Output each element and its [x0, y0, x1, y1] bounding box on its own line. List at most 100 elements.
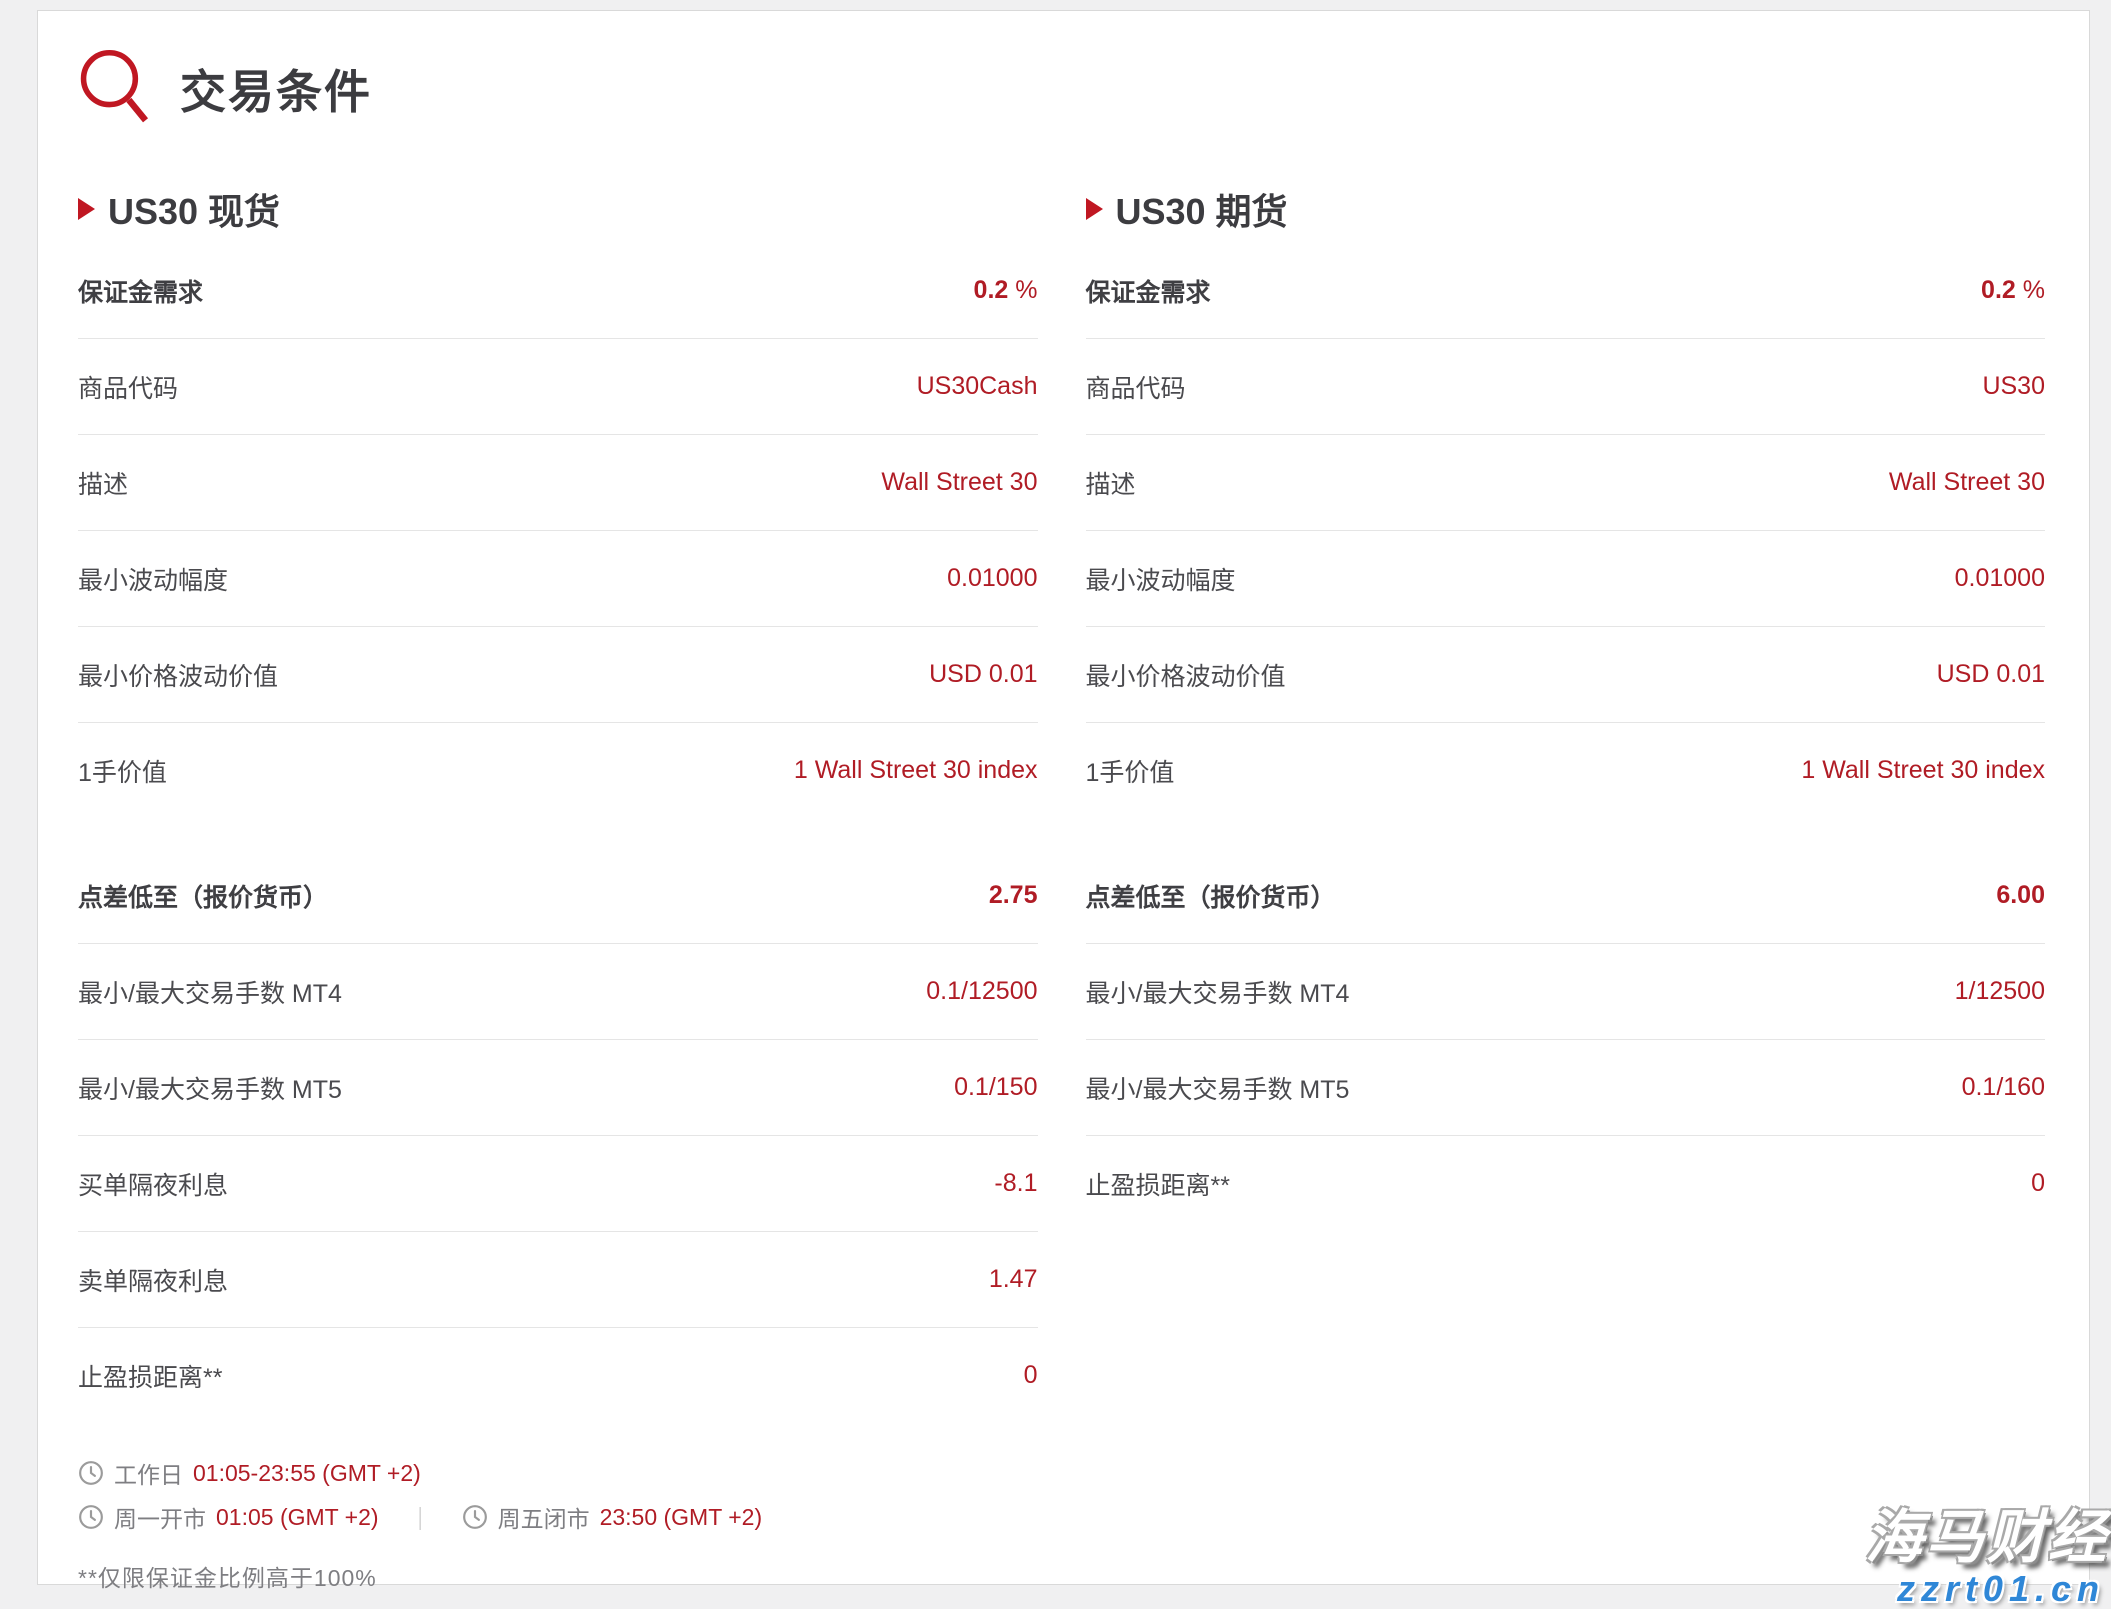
- open-close-line: 周一开市 01:05 (GMT +2) ｜ 周五闭市 23:50 (GMT +2…: [78, 1495, 2045, 1539]
- row-label: 1手价值: [78, 753, 167, 789]
- table-row: 最小价格波动价值 USD 0.01: [1086, 627, 2046, 723]
- row-label: 最小价格波动价值: [1086, 657, 1286, 693]
- row-label: 点差低至（报价货币）: [1086, 878, 1336, 914]
- friday-close-label: 周五闭市: [498, 1500, 590, 1534]
- row-label: 描述: [1086, 465, 1136, 501]
- row-value: 0.01000: [947, 564, 1037, 593]
- clock-icon: [462, 1504, 488, 1530]
- row-value: -8.1: [994, 1169, 1037, 1198]
- page-title: 交易条件: [180, 56, 372, 122]
- workday-label: 工作日: [114, 1456, 183, 1490]
- clock-icon: [78, 1460, 104, 1486]
- row-value: US30: [1982, 372, 2045, 401]
- row-label: 最小价格波动价值: [78, 657, 278, 693]
- row-label: 最小/最大交易手数 MT5: [1086, 1070, 1350, 1106]
- table-row: 最小/最大交易手数 MT5 0.1/150: [78, 1040, 1038, 1136]
- row-value: 6.00: [1996, 881, 2045, 910]
- conditions-table: 保证金需求 0.2 % 商品代码 US30 描述 Wall Street 30 …: [1086, 243, 2046, 818]
- row-label: 止盈损距离**: [78, 1358, 222, 1394]
- table-row: 最小波动幅度 0.01000: [78, 531, 1038, 627]
- row-label: 最小/最大交易手数 MT5: [78, 1070, 342, 1106]
- row-label: 最小波动幅度: [78, 561, 228, 597]
- row-label: 商品代码: [78, 369, 178, 405]
- row-value: 0.01000: [1955, 564, 2045, 593]
- conditions-table: 点差低至（报价货币） 6.00 最小/最大交易手数 MT4 1/12500 最小…: [1086, 848, 2046, 1231]
- column-title-label: US30 现货: [108, 183, 280, 235]
- triangle-bullet-icon: [1086, 198, 1103, 220]
- conditions-table: 点差低至（报价货币） 2.75 最小/最大交易手数 MT4 0.1/12500 …: [78, 848, 1038, 1423]
- row-value: 0.2 %: [974, 276, 1038, 305]
- instrument-column: US30 现货 保证金需求 0.2 % 商品代码 US30Cash 描述 Wal…: [78, 187, 1038, 1423]
- row-value: 0.1/160: [1962, 1073, 2045, 1102]
- workday-time: 01:05-23:55 (GMT +2): [193, 1460, 421, 1487]
- margin-note: **仅限保证金比例高于100%: [78, 1559, 2045, 1593]
- table-row: 最小/最大交易手数 MT4 1/12500: [1086, 944, 2046, 1040]
- row-value: US30Cash: [917, 372, 1038, 401]
- row-value: USD 0.01: [929, 660, 1037, 689]
- row-label: 1手价值: [1086, 753, 1175, 789]
- watermark-domain: zzrt01.cn: [1865, 1571, 2109, 1607]
- row-label: 保证金需求: [78, 273, 203, 309]
- row-label: 止盈损距离**: [1086, 1166, 1230, 1202]
- monday-open-label: 周一开市: [114, 1500, 206, 1534]
- search-icon: [78, 47, 152, 132]
- table-row: 点差低至（报价货币） 2.75: [78, 848, 1038, 944]
- friday-close-time: 23:50 (GMT +2): [600, 1504, 763, 1531]
- row-label: 商品代码: [1086, 369, 1186, 405]
- table-row: 最小/最大交易手数 MT4 0.1/12500: [78, 944, 1038, 1040]
- conditions-columns: US30 现货 保证金需求 0.2 % 商品代码 US30Cash 描述 Wal…: [78, 187, 2045, 1423]
- row-label: 描述: [78, 465, 128, 501]
- table-row: 止盈损距离** 0: [78, 1328, 1038, 1423]
- row-label: 保证金需求: [1086, 273, 1211, 309]
- row-value: 1.47: [989, 1265, 1038, 1294]
- monday-open-time: 01:05 (GMT +2): [216, 1504, 379, 1531]
- table-row: 描述 Wall Street 30: [78, 435, 1038, 531]
- table-row: 最小/最大交易手数 MT5 0.1/160: [1086, 1040, 2046, 1136]
- clock-icon: [78, 1504, 104, 1530]
- row-value: 0.1/12500: [926, 977, 1037, 1006]
- row-value: 0: [2031, 1169, 2045, 1198]
- table-row: 商品代码 US30Cash: [78, 339, 1038, 435]
- conditions-table: 保证金需求 0.2 % 商品代码 US30Cash 描述 Wall Street…: [78, 243, 1038, 818]
- site-watermark: 海马财经 zzrt01.cn: [1865, 1509, 2109, 1607]
- watermark-brand: 海马财经: [1865, 1509, 2109, 1567]
- table-row: 止盈损距离** 0: [1086, 1136, 2046, 1231]
- table-row: 1手价值 1 Wall Street 30 index: [78, 723, 1038, 818]
- row-label: 买单隔夜利息: [78, 1166, 228, 1202]
- row-label: 点差低至（报价货币）: [78, 878, 328, 914]
- row-label: 卖单隔夜利息: [78, 1262, 228, 1298]
- row-label: 最小波动幅度: [1086, 561, 1236, 597]
- row-label: 最小/最大交易手数 MT4: [78, 974, 342, 1010]
- row-value: 1 Wall Street 30 index: [1801, 756, 2045, 785]
- instrument-column: US30 期货 保证金需求 0.2 % 商品代码 US30 描述 Wall St…: [1086, 187, 2046, 1423]
- row-value: Wall Street 30: [1889, 468, 2045, 497]
- row-value: 1/12500: [1955, 977, 2045, 1006]
- table-row: 1手价值 1 Wall Street 30 index: [1086, 723, 2046, 818]
- row-value: 2.75: [989, 881, 1038, 910]
- footer-separator: ｜: [409, 1500, 432, 1534]
- table-row: 保证金需求 0.2 %: [1086, 243, 2046, 339]
- table-row: 卖单隔夜利息 1.47: [78, 1232, 1038, 1328]
- row-value: 0.1/150: [954, 1073, 1037, 1102]
- value-unit: %: [1008, 276, 1037, 304]
- row-value: USD 0.01: [1937, 660, 2045, 689]
- table-row: 最小波动幅度 0.01000: [1086, 531, 2046, 627]
- value-unit: %: [2016, 276, 2045, 304]
- row-value: 0: [1024, 1361, 1038, 1390]
- table-row: 最小价格波动价值 USD 0.01: [78, 627, 1038, 723]
- column-title-label: US30 期货: [1116, 183, 1288, 235]
- table-row: 商品代码 US30: [1086, 339, 2046, 435]
- row-label: 最小/最大交易手数 MT4: [1086, 974, 1350, 1010]
- row-value: 1 Wall Street 30 index: [794, 756, 1038, 785]
- column-title: US30 现货: [78, 187, 1038, 231]
- page-header: 交易条件: [78, 47, 2045, 131]
- column-title: US30 期货: [1086, 187, 2046, 231]
- table-row: 点差低至（报价货币） 6.00: [1086, 848, 2046, 944]
- trading-hours-footer: 工作日 01:05-23:55 (GMT +2) 周一开市 01:05 (GMT…: [78, 1451, 2045, 1593]
- table-row: 描述 Wall Street 30: [1086, 435, 2046, 531]
- table-row: 保证金需求 0.2 %: [78, 243, 1038, 339]
- triangle-bullet-icon: [78, 198, 95, 220]
- row-value: 0.2 %: [1981, 276, 2045, 305]
- trading-conditions-card: 交易条件 US30 现货 保证金需求 0.2 % 商品代码 US30Cash 描…: [37, 10, 2090, 1585]
- table-row: 买单隔夜利息 -8.1: [78, 1136, 1038, 1232]
